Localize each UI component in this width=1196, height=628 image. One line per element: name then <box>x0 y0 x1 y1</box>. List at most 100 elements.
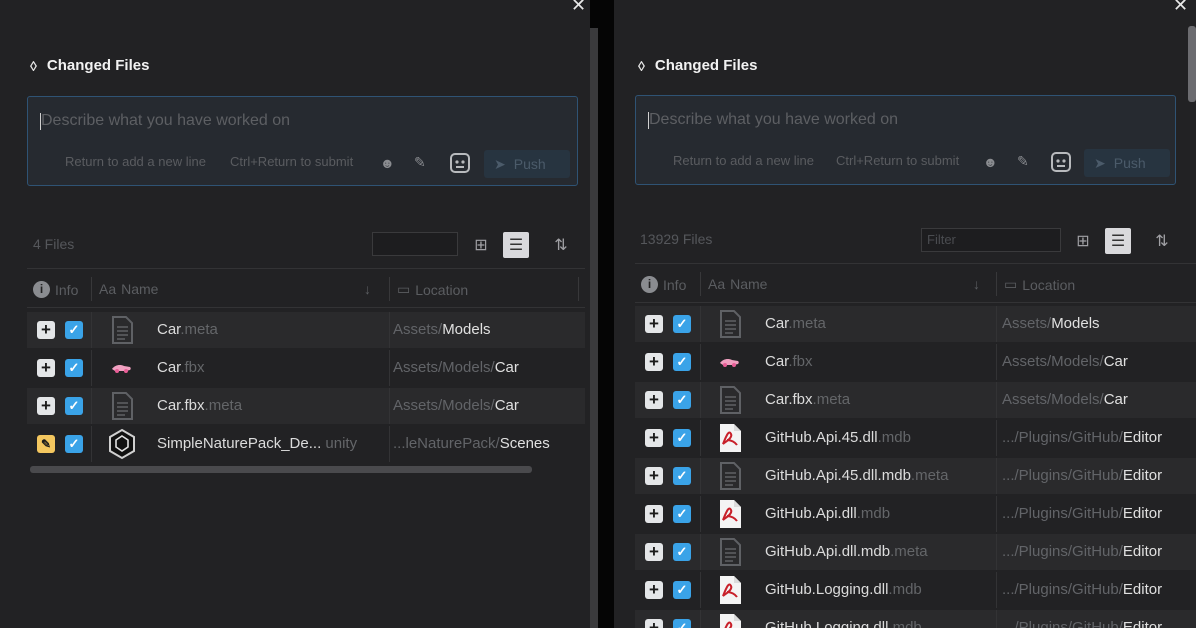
column-name[interactable]: Aa Name <box>99 281 158 297</box>
column-separator[interactable] <box>389 277 390 301</box>
folder-icon: ▭ <box>397 281 411 297</box>
column-separator[interactable] <box>996 272 997 296</box>
file-row[interactable]: + ✓ GitHub.Logging.dll.mdb .../Plugins/GitH… <box>635 572 1196 608</box>
filter-input[interactable] <box>372 232 458 256</box>
hint-submit: Ctrl+Return to submit <box>230 154 354 169</box>
cell-separator <box>996 496 997 532</box>
column-separator[interactable] <box>700 272 701 296</box>
file-row[interactable]: + ✓ GitHub.Logging.dll.mdb .../Plugins/GitH… <box>635 610 1196 628</box>
sort-options-button[interactable]: ⇅ <box>1149 228 1175 254</box>
push-button[interactable]: ➤ Push <box>484 150 570 178</box>
include-checkbox[interactable]: ✓ <box>65 359 83 377</box>
file-row[interactable]: + ✓ Car.fbx.meta Assets/Models/Car <box>635 382 1196 418</box>
info-icon: i <box>33 281 50 298</box>
emoji-icon[interactable]: ☻ <box>380 155 395 171</box>
modified-status-icon: ✎ <box>37 435 55 453</box>
file-row[interactable]: + ✓ GitHub.Api.45.dll.mdb.meta .../Plugins/… <box>635 458 1196 494</box>
cell-separator <box>389 350 390 386</box>
added-status-icon: + <box>37 397 55 415</box>
ai-assistant-icon[interactable] <box>1051 152 1071 172</box>
cell-separator <box>996 572 997 608</box>
pencil-icon[interactable]: ✎ <box>1017 153 1029 170</box>
file-row[interactable]: ✎ ✓ SimpleNaturePack_De... unity ...leNatur… <box>27 426 585 462</box>
files-count: 13929 Files <box>640 231 713 247</box>
location-folder: Car <box>1103 353 1128 370</box>
location-path: .../Plugins/GitHub/ <box>1002 429 1123 446</box>
include-checkbox[interactable]: ✓ <box>65 321 83 339</box>
list-view-button[interactable]: ☰ <box>1105 228 1131 254</box>
sort-down-icon[interactable]: ↓ <box>973 276 980 292</box>
column-separator[interactable] <box>91 277 92 301</box>
file-list-header: i Info Aa Name ↓ ▭ Location <box>635 263 1196 303</box>
include-checkbox[interactable]: ✓ <box>65 397 83 415</box>
file-name: Car.meta <box>157 321 218 338</box>
include-checkbox[interactable]: ✓ <box>673 505 691 523</box>
location-folder: Car <box>1103 391 1128 408</box>
sort-down-icon[interactable]: ↓ <box>364 281 371 297</box>
include-checkbox[interactable]: ✓ <box>673 315 691 333</box>
close-icon[interactable]: ✕ <box>571 0 586 14</box>
location-path: .../Plugins/GitHub/ <box>1002 505 1123 522</box>
emoji-icon[interactable]: ☻ <box>983 154 998 170</box>
push-button[interactable]: ➤ Push <box>1084 149 1170 177</box>
location-folder: Editor <box>1122 543 1163 560</box>
include-checkbox[interactable]: ✓ <box>673 581 691 599</box>
meta-file-icon <box>107 314 137 346</box>
file-row[interactable]: + ✓ GitHub.Api.dll.mdb .../Plugins/GitHub/E… <box>635 496 1196 532</box>
include-checkbox[interactable]: ✓ <box>673 467 691 485</box>
grid-view-button[interactable]: ⊞ <box>1070 228 1096 254</box>
cell-separator <box>91 388 92 424</box>
close-icon[interactable]: ✕ <box>1173 0 1188 14</box>
horizontal-scrollbar[interactable] <box>30 466 532 473</box>
include-checkbox[interactable]: ✓ <box>673 353 691 371</box>
list-view-button[interactable]: ☰ <box>503 232 529 258</box>
added-status-icon: + <box>645 619 663 628</box>
file-base-name: Car.fbx <box>765 391 813 408</box>
filter-input[interactable]: Filter <box>921 228 1061 252</box>
commit-placeholder: Describe what you have worked on <box>649 111 899 128</box>
file-location: .../Plugins/GitHub/Editor <box>1002 467 1162 484</box>
sort-icon: ⇅ <box>554 237 568 254</box>
location-folder: Editor <box>1122 619 1163 628</box>
left-changed-files-panel: ✕ ◊ Changed Files Describe what you have… <box>0 0 590 628</box>
file-row[interactable]: + ✓ GitHub.Api.dll.mdb.meta .../Plugins/Git… <box>635 534 1196 570</box>
column-location[interactable]: ▭ Location <box>397 281 468 298</box>
column-location[interactable]: ▭ Location <box>1004 276 1075 293</box>
cell-separator <box>996 534 997 570</box>
commit-message-field[interactable]: Describe what you have worked on Return … <box>635 95 1176 185</box>
file-row[interactable]: + ✓ Car.fbx Assets/Models/Car <box>27 350 585 386</box>
pencil-icon[interactable]: ✎ <box>414 154 426 171</box>
file-extension: .meta <box>812 391 851 408</box>
file-extension: .mdb <box>888 581 922 598</box>
file-row[interactable]: + ✓ Car.fbx.meta Assets/Models/Car <box>27 388 585 424</box>
include-checkbox[interactable]: ✓ <box>673 429 691 447</box>
changed-files-header: ◊ Changed Files <box>638 57 757 74</box>
vertical-scrollbar[interactable] <box>1188 26 1196 102</box>
file-row[interactable]: + ✓ GitHub.Api.45.dll.mdb .../Plugins/GitHu… <box>635 420 1196 456</box>
include-checkbox[interactable]: ✓ <box>65 435 83 453</box>
include-checkbox[interactable]: ✓ <box>673 619 691 628</box>
file-row[interactable]: + ✓ Car.meta Assets/Models <box>27 312 585 348</box>
file-location: .../Plugins/GitHub/Editor <box>1002 505 1162 522</box>
include-checkbox[interactable]: ✓ <box>673 543 691 561</box>
car-model-icon <box>715 346 745 378</box>
commit-message-field[interactable]: Describe what you have worked on Return … <box>27 96 578 186</box>
include-checkbox[interactable]: ✓ <box>673 391 691 409</box>
location-folder: Car <box>494 359 519 376</box>
file-extension: .fbx <box>180 359 205 376</box>
unity-scene-icon <box>107 428 137 460</box>
file-row[interactable]: + ✓ Car.fbx Assets/Models/Car <box>635 344 1196 380</box>
left-panel-scrollbar[interactable] <box>590 28 598 628</box>
sort-options-button[interactable]: ⇅ <box>548 232 574 258</box>
column-info[interactable]: i Info <box>641 276 686 293</box>
location-folder: Editor <box>1122 581 1163 598</box>
column-name[interactable]: Aa Name <box>708 276 767 292</box>
column-info[interactable]: i Info <box>33 281 78 298</box>
file-name: GitHub.Logging.dll.mdb <box>765 581 922 598</box>
grid-view-button[interactable]: ⊞ <box>468 232 494 258</box>
meta-file-icon <box>715 536 745 568</box>
column-separator[interactable] <box>578 277 579 301</box>
changed-files-header: ◊ Changed Files <box>30 57 149 74</box>
ai-assistant-icon[interactable] <box>450 153 470 173</box>
file-row[interactable]: + ✓ Car.meta Assets/Models <box>635 306 1196 342</box>
